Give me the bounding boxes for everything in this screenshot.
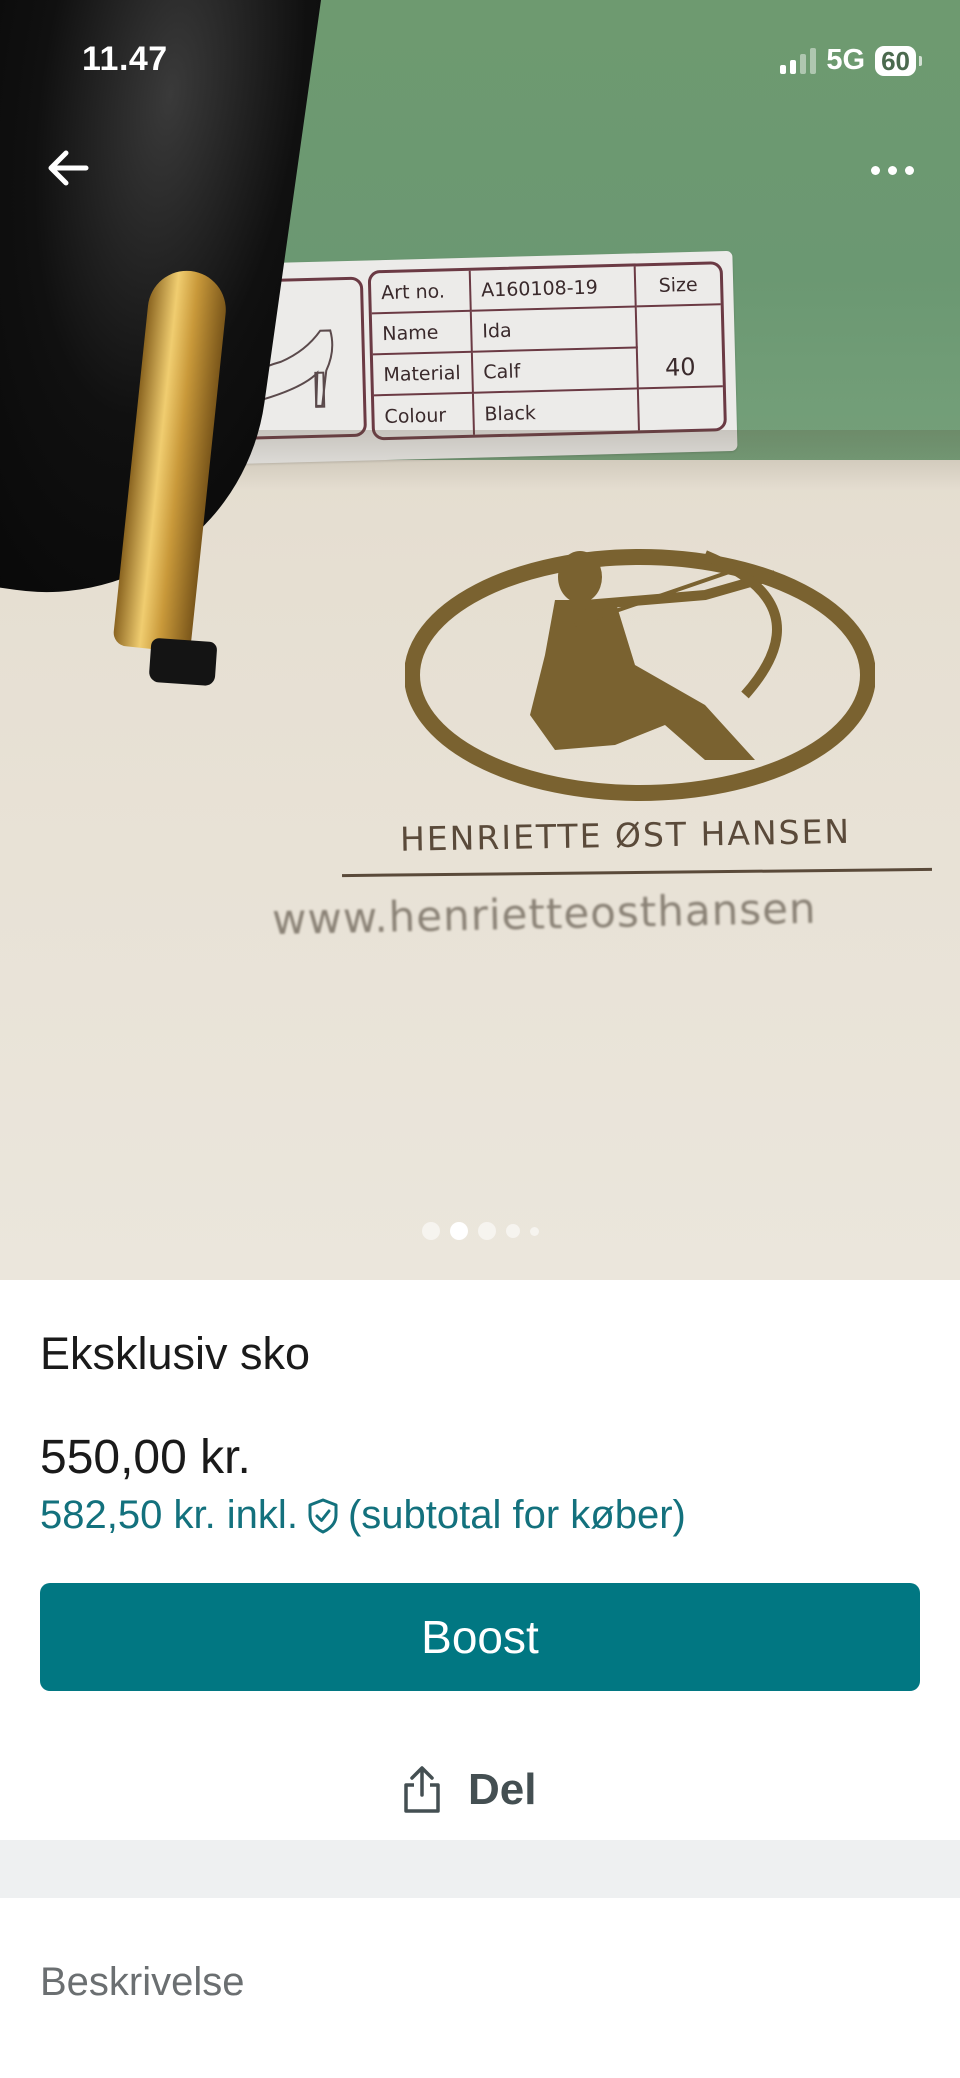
status-indicators: 5G 60 xyxy=(780,44,922,77)
carousel-dot[interactable] xyxy=(449,1222,468,1240)
listing-details: Eksklusiv sko 550,00 kr. 582,50 kr. inkl… xyxy=(0,1280,960,1840)
brand-rule xyxy=(342,867,932,878)
carousel-dot[interactable] xyxy=(421,1222,440,1240)
listing-price: 550,00 kr. xyxy=(40,1431,251,1484)
share-label: Del xyxy=(468,1765,537,1814)
carousel-dot[interactable] xyxy=(505,1224,520,1238)
signal-icon xyxy=(780,47,817,74)
share-button[interactable]: Del xyxy=(400,1750,536,1830)
price-incl-protection[interactable]: 582,50 kr. inkl. (subtotal for køber) xyxy=(40,1493,686,1538)
listing-title: Eksklusiv sko xyxy=(40,1328,311,1379)
battery-icon: 60 xyxy=(875,45,922,76)
description-section: Beskrivelse xyxy=(0,1898,960,2078)
description-heading: Beskrivelse xyxy=(40,1960,245,2004)
brand-url: www.henrietteosthansen xyxy=(271,883,818,945)
section-divider xyxy=(0,1840,960,1898)
network-type: 5G xyxy=(826,44,866,76)
colour-value: Black xyxy=(473,389,640,435)
size-label: Size xyxy=(635,264,721,308)
size-blank xyxy=(639,387,724,430)
heel-tip xyxy=(148,637,218,687)
status-time: 11.47 xyxy=(82,40,168,78)
share-icon xyxy=(404,1766,440,1813)
size-spacer xyxy=(637,305,722,348)
brand-name: HENRIETTE ØST HANSEN xyxy=(399,811,852,859)
more-horizontal-icon xyxy=(870,165,880,175)
name-label: Name xyxy=(371,311,473,356)
carousel-dot[interactable] xyxy=(477,1222,496,1240)
price-incl-note: (subtotal for køber) xyxy=(347,1493,686,1537)
size-value: 40 xyxy=(637,346,723,390)
archer-logo xyxy=(404,545,876,805)
back-button[interactable] xyxy=(40,140,96,196)
art-no-label: Art no. xyxy=(370,270,472,315)
label-table: Art no. A160108-19 Size Name Ida Materia… xyxy=(367,261,728,441)
carousel-indicator[interactable] xyxy=(0,1222,960,1240)
more-options-button[interactable] xyxy=(860,150,924,190)
material-label: Material xyxy=(372,352,474,397)
shield-check-icon xyxy=(308,1498,338,1533)
arrow-left-icon xyxy=(48,150,89,186)
product-photo[interactable]: Art no. A160108-19 Size Name Ida Materia… xyxy=(0,0,960,1280)
art-no-value: A160108-19 xyxy=(470,266,637,312)
boost-button[interactable]: Boost xyxy=(40,1583,920,1691)
name-value: Ida xyxy=(471,307,638,353)
material-value: Calf xyxy=(472,348,639,394)
price-incl-amount: 582,50 kr. inkl. xyxy=(40,1493,298,1537)
carousel-dot[interactable] xyxy=(529,1226,539,1236)
